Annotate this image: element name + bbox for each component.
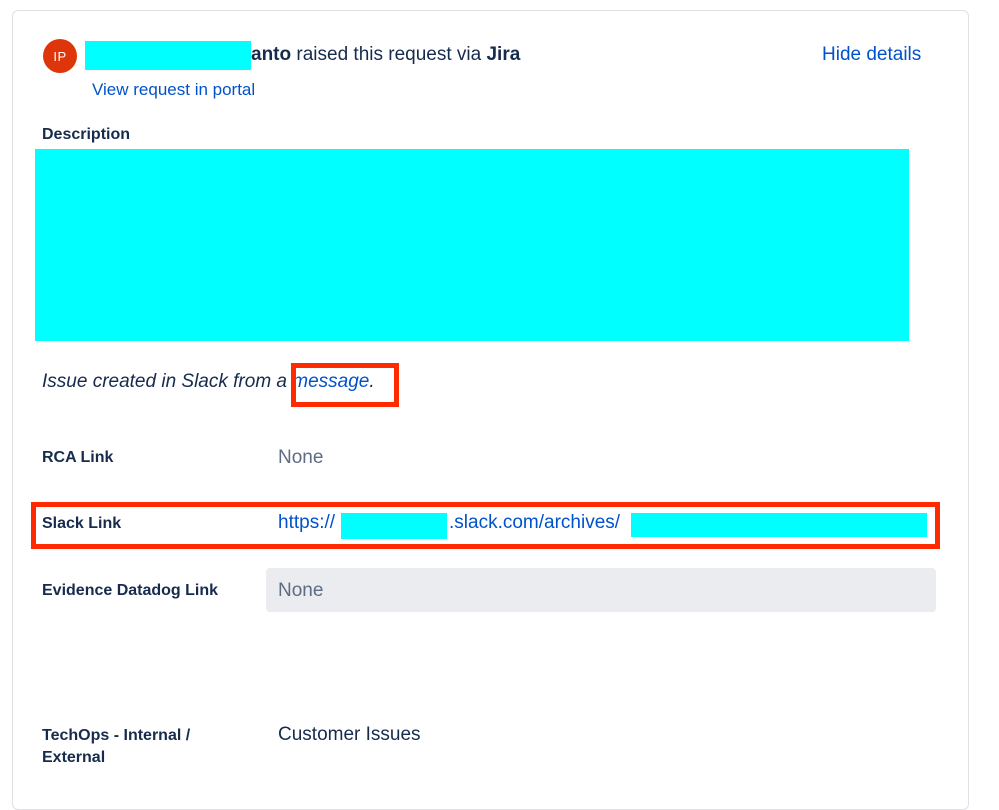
redacted-reporter-name bbox=[85, 41, 251, 70]
issue-note-prefix: Issue created in Slack from a bbox=[42, 371, 293, 392]
rca-link-value[interactable]: None bbox=[278, 446, 323, 470]
avatar-initials: IP bbox=[53, 48, 67, 64]
redacted-description-text bbox=[35, 149, 909, 341]
evidence-datadog-link-value: None bbox=[278, 580, 324, 601]
techops-label-line2: External bbox=[42, 749, 106, 766]
redacted-slack-archive-id bbox=[631, 513, 927, 537]
redacted-slack-workspace bbox=[341, 513, 447, 539]
reporter-name-suffix: anto bbox=[251, 44, 292, 65]
evidence-datadog-link-field[interactable] bbox=[266, 568, 936, 612]
raised-text: raised this request via bbox=[291, 44, 487, 65]
slack-link-label: Slack Link bbox=[42, 515, 122, 532]
slack-url-prefix[interactable]: https:// bbox=[278, 512, 335, 534]
evidence-datadog-link-label: Evidence Datadog Link bbox=[42, 582, 219, 599]
slack-url-domain[interactable]: .slack.com/archives/ bbox=[449, 512, 620, 534]
techops-label-line1: TechOps - Internal / bbox=[42, 727, 191, 744]
channel-name: Jira bbox=[486, 44, 521, 65]
reporter-avatar[interactable]: IP bbox=[43, 39, 77, 73]
rca-link-label: RCA Link bbox=[42, 449, 114, 466]
message-highlight-box bbox=[291, 363, 399, 407]
view-request-in-portal-link[interactable]: View request in portal bbox=[92, 80, 255, 100]
techops-value[interactable]: Customer Issues bbox=[278, 723, 421, 747]
raised-by-line: anto raised this request via Jira bbox=[251, 44, 520, 66]
hide-details-link[interactable]: Hide details bbox=[822, 44, 921, 66]
techops-label: TechOps - Internal / External bbox=[42, 725, 190, 769]
request-details-card bbox=[12, 10, 969, 810]
description-label: Description bbox=[42, 126, 131, 143]
